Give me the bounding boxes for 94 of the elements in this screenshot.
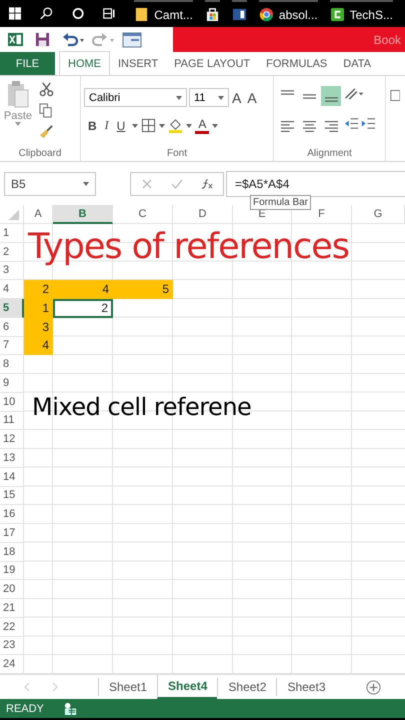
wrap-text-icon[interactable] <box>390 88 400 103</box>
caption-overlay: Mixed cell referene <box>32 393 252 421</box>
scissors-icon[interactable] <box>39 82 54 97</box>
caret-icon <box>83 182 89 186</box>
copy-icon[interactable] <box>39 103 54 118</box>
column-header[interactable]: G <box>352 205 405 224</box>
status-text: READY <box>6 702 44 714</box>
search-icon[interactable] <box>40 6 53 21</box>
row-header[interactable]: 19 <box>0 562 24 580</box>
font-size-dropdown[interactable]: 11 <box>189 88 229 107</box>
row-header[interactable]: 13 <box>0 449 24 468</box>
add-sheet-icon[interactable] <box>366 680 381 694</box>
orientation-icon[interactable] <box>343 86 365 101</box>
table-cell: 4 <box>24 336 53 356</box>
browser-icon <box>258 7 274 22</box>
table-cell: 3 <box>24 318 53 336</box>
table-cell: 2 <box>24 280 53 299</box>
italic-button[interactable]: I <box>100 118 113 133</box>
row-header[interactable]: 3 <box>0 262 24 280</box>
name-box[interactable]: B5 <box>4 172 96 196</box>
table-cell: 2 <box>53 299 113 318</box>
document-icon <box>232 7 247 22</box>
clipboard-icon[interactable] <box>6 80 30 110</box>
ribbon-tab[interactable]: FORMULAS <box>258 52 336 75</box>
spreadsheet-icon <box>8 32 23 47</box>
shopping-bag-icon <box>204 7 220 22</box>
title-overlay: Types of references <box>28 227 349 267</box>
group-label: Alignment <box>306 148 353 159</box>
row-header[interactable]: 23 <box>0 636 24 656</box>
row-header[interactable]: 2 <box>0 242 24 262</box>
windows-icon[interactable] <box>9 6 22 21</box>
group-label: Clipboard <box>18 148 62 159</box>
align-lines-icon <box>302 120 316 132</box>
font-name-dropdown[interactable]: Calibri <box>84 88 187 107</box>
ribbon-tab[interactable]: INSERT <box>110 52 166 75</box>
caret-icon[interactable] <box>15 122 21 126</box>
row-header[interactable]: 17 <box>0 524 24 543</box>
row-header[interactable]: 22 <box>0 618 24 636</box>
paste-label[interactable]: Paste <box>4 110 32 122</box>
table-cell: 4 <box>53 280 113 299</box>
check-icon[interactable] <box>171 178 183 190</box>
row-header[interactable]: 10 <box>0 392 24 412</box>
align-lines-icon <box>324 97 338 102</box>
undo-icon[interactable] <box>62 32 86 48</box>
ribbon-tab[interactable]: DATA <box>335 52 379 75</box>
row-header[interactable]: 5 <box>0 299 24 318</box>
ribbon-tab[interactable]: PAGE LAYOUT <box>166 52 258 75</box>
font-color-button[interactable]: A <box>195 117 210 134</box>
caret-icon <box>218 96 224 100</box>
sheet-tab[interactable]: Sheet2 <box>217 678 276 696</box>
fill-color-icon[interactable] <box>168 118 184 133</box>
sheet-tab[interactable]: Sheet4 <box>157 675 218 699</box>
table-cell: 1 <box>24 299 53 318</box>
caret-icon <box>176 96 182 100</box>
caret-icon[interactable] <box>159 124 166 128</box>
bottom-align-button[interactable] <box>321 86 341 106</box>
folder-icon <box>134 7 150 22</box>
align-lines-icon <box>280 90 294 95</box>
align-lines-icon <box>280 120 294 132</box>
ribbon-tab[interactable]: HOME <box>59 51 110 75</box>
caret-icon[interactable] <box>132 124 138 128</box>
borders-icon[interactable] <box>141 118 156 133</box>
save-icon[interactable] <box>35 32 50 47</box>
brush-icon[interactable] <box>39 124 54 139</box>
row-header[interactable]: 6 <box>0 318 24 336</box>
row-header[interactable]: 4 <box>0 280 24 299</box>
ribbon-tab[interactable]: FILE <box>0 52 55 75</box>
row-header[interactable]: 15 <box>0 486 24 506</box>
row-header[interactable]: 21 <box>0 599 24 618</box>
group-label: Font <box>166 148 188 159</box>
caret-icon[interactable] <box>212 124 218 128</box>
row-header[interactable]: 9 <box>0 374 24 393</box>
circle-icon[interactable] <box>72 6 84 21</box>
row-header[interactable]: 18 <box>0 542 24 562</box>
bold-button[interactable]: B <box>84 118 101 132</box>
macro-record-icon[interactable] <box>64 702 77 715</box>
row-header[interactable]: 7 <box>0 336 24 356</box>
column-header[interactable]: B <box>53 205 113 224</box>
grow-font-button[interactable]: A <box>229 90 244 106</box>
align-lines-icon <box>302 94 316 98</box>
shrink-font-button[interactable]: A <box>244 90 260 106</box>
caret-icon[interactable] <box>186 124 192 128</box>
table-cell: 5 <box>113 280 173 299</box>
tooltip: Formula Bar <box>250 195 312 210</box>
window-title: Book <box>374 32 401 46</box>
task-view-icon[interactable] <box>102 6 116 21</box>
app-icon <box>330 7 345 22</box>
align-lines-icon <box>324 120 338 132</box>
row-header[interactable]: 11 <box>0 412 24 430</box>
function-icon[interactable] <box>201 178 213 190</box>
sheet-tab[interactable]: Sheet3 <box>276 678 336 696</box>
row-header[interactable]: 14 <box>0 468 24 486</box>
indent-icon[interactable] <box>343 116 377 131</box>
underline-button[interactable]: U <box>112 118 130 132</box>
